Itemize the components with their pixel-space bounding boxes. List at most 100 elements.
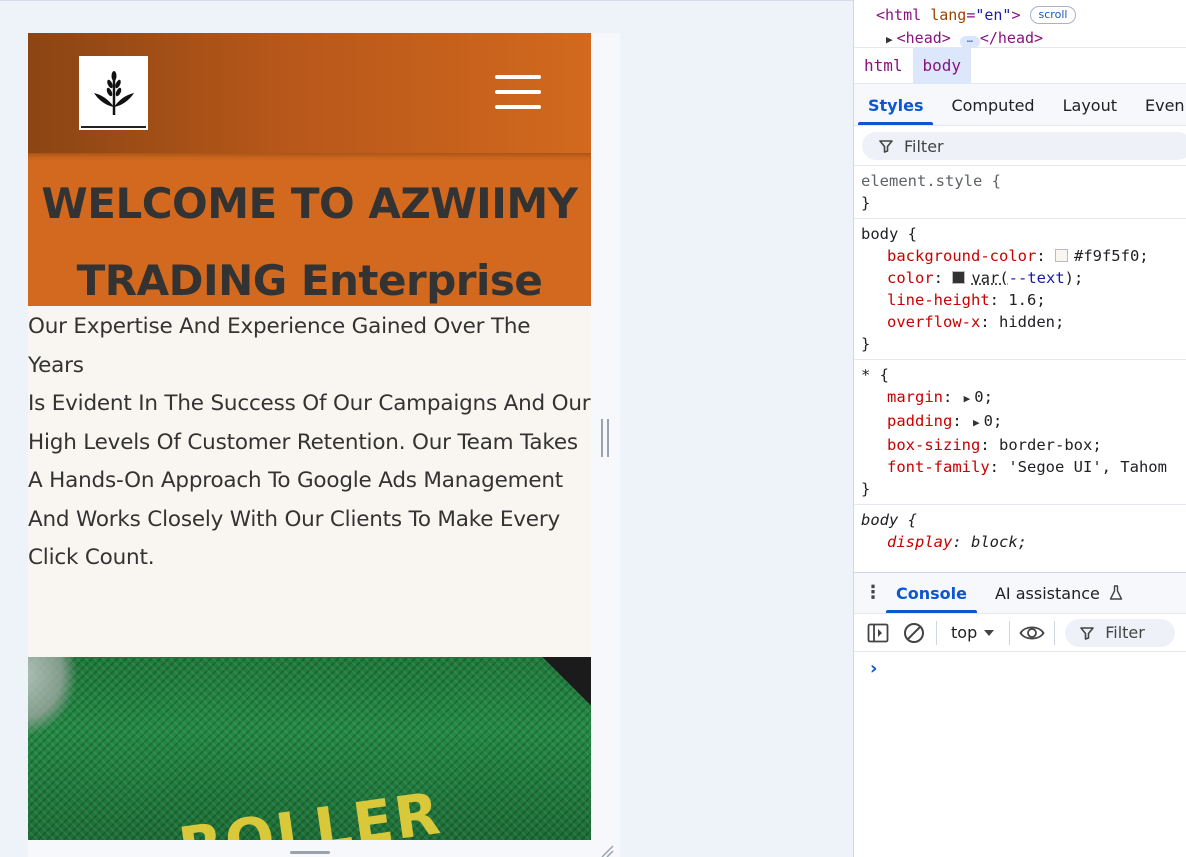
sidebar-tabs: Styles Computed Layout Even (854, 84, 1186, 126)
rule-selector: body { (861, 223, 1186, 245)
intro-line: Is Evident In The Success Of Our Campaig… (28, 385, 591, 424)
css-property: margin (887, 388, 943, 406)
css-declaration[interactable]: background-color: #f9f5f0; (861, 245, 1186, 267)
styles-filter-placeholder: Filter (904, 137, 944, 156)
css-declaration[interactable]: line-height: 1.6; (861, 289, 1186, 311)
photo-dark-corner (531, 657, 591, 717)
css-value-function: var( (971, 269, 1008, 287)
console-prompt-chevron-icon: › (870, 658, 877, 679)
tab-computed[interactable]: Computed (937, 96, 1048, 125)
css-value-end: ); (1065, 269, 1084, 287)
css-declaration[interactable]: padding: ▶ 0; (861, 410, 1186, 434)
page-viewport[interactable]: WELCOME TO AZWIIMY TRADING Enterprise Ou… (28, 33, 591, 840)
css-value: hidden; (999, 313, 1064, 331)
drawer-tab-bar: ⋮ Console AI assistance (854, 572, 1186, 614)
css-declaration[interactable]: font-family: 'Segoe UI', Tahom (861, 456, 1186, 478)
toolbar-divider (1009, 621, 1010, 645)
css-property: padding (887, 412, 952, 430)
site-header (28, 33, 591, 153)
css-declaration[interactable]: margin: ▶ 0; (861, 386, 1186, 410)
filter-icon (1079, 625, 1095, 641)
css-value: 0; (974, 388, 993, 406)
html-open-tag: <html (876, 6, 921, 24)
breadcrumb-html[interactable]: html (854, 48, 913, 84)
tab-ai-assistance-label: AI assistance (995, 584, 1100, 603)
css-value: border-box; (999, 436, 1102, 454)
rule-close-brace: } (861, 333, 1186, 355)
hero-title: WELCOME TO AZWIIMY TRADING Enterprise (28, 165, 591, 319)
scroll-badge[interactable]: scroll (1030, 6, 1077, 24)
viewport-bottom-gutter (28, 840, 620, 857)
console-filter-input[interactable]: Filter (1065, 619, 1175, 647)
tab-console[interactable]: Console (882, 574, 981, 613)
hamburger-bar (495, 75, 541, 79)
intro-line: Our Expertise And Experience Gained Over… (28, 308, 591, 385)
css-declaration[interactable]: display: block; (861, 531, 1186, 553)
hamburger-bar (495, 90, 541, 94)
sidebar-toggle-icon (867, 623, 889, 643)
html-tag-close-angle: > (1011, 6, 1020, 24)
more-options-kebab-icon[interactable]: ⋮ (854, 588, 882, 598)
logo-caption-strip (81, 126, 146, 128)
css-property: font-family (887, 458, 990, 476)
tab-styles[interactable]: Styles (854, 96, 937, 125)
hero-banner: WELCOME TO AZWIIMY TRADING Enterprise (28, 153, 591, 306)
expand-shorthand-icon[interactable]: ▶ (964, 392, 971, 405)
css-value: 'Segoe UI', Tahom (1008, 458, 1167, 476)
viewport-corner-resize-handle[interactable] (600, 844, 614, 857)
live-expression-button[interactable] (1014, 618, 1050, 648)
lang-attribute-name: lang (930, 6, 966, 24)
rule-selector: * { (861, 364, 1186, 386)
viewport-height-resize-handle[interactable] (290, 851, 330, 854)
css-variable-link[interactable]: --text (1009, 269, 1065, 287)
wheat-logo-icon (90, 67, 138, 119)
dom-node-html[interactable]: <html lang="en"> scroll (876, 4, 1186, 27)
expand-shorthand-icon[interactable]: ▶ (973, 416, 980, 429)
console-toolbar: top Filter (854, 614, 1186, 652)
collapsed-children-ellipsis-icon[interactable]: … (960, 36, 980, 48)
toggle-sidebar-button[interactable] (860, 618, 896, 648)
head-close-tag: </head> (980, 29, 1043, 47)
clear-circle-slash-icon (903, 622, 925, 644)
devtools-panel: <html lang="en"> scroll ▶ <head> … </head>… (853, 0, 1186, 857)
css-declaration[interactable]: color: var(--text); (861, 267, 1186, 289)
css-rule-user-agent-body[interactable]: body { display: block; (854, 505, 1186, 557)
styles-filter-row: Filter (854, 126, 1186, 166)
rule-selector: body { (861, 509, 1186, 531)
styles-filter-input[interactable]: Filter (862, 132, 1186, 160)
rule-close-brace: } (861, 478, 1186, 500)
color-swatch-icon[interactable] (1055, 249, 1068, 262)
eye-icon (1019, 624, 1045, 642)
css-value: block; (971, 533, 1027, 551)
css-rule-universal[interactable]: * { margin: ▶ 0; padding: ▶ 0; box-sizing:… (854, 360, 1186, 505)
tab-layout[interactable]: Layout (1049, 96, 1131, 125)
css-declaration[interactable]: overflow-x: hidden; (861, 311, 1186, 333)
tab-event-listeners[interactable]: Even (1131, 96, 1186, 125)
clear-console-button[interactable] (896, 618, 932, 648)
css-property: overflow-x (887, 313, 980, 331)
css-declaration[interactable]: box-sizing: border-box; (861, 434, 1186, 456)
photo-sack-print: ROLLER (175, 779, 446, 840)
styles-pane[interactable]: element.style { } body { background-colo… (854, 166, 1186, 572)
product-sack-photo: ROLLER (28, 657, 591, 840)
toolbar-divider (936, 621, 937, 645)
breadcrumb: html body (854, 48, 1186, 84)
css-property: line-height (887, 291, 990, 309)
color-swatch-icon[interactable] (952, 271, 965, 284)
intro-line: High Levels Of Customer Retention. Our T… (28, 424, 591, 463)
expand-triangle-icon[interactable]: ▶ (886, 33, 893, 46)
context-select-value: top (951, 623, 977, 642)
console-prompt[interactable]: › (854, 652, 1186, 679)
device-emulation-area: WELCOME TO AZWIIMY TRADING Enterprise Ou… (0, 0, 853, 857)
lang-attribute-value: "en" (975, 6, 1011, 24)
site-logo[interactable] (79, 56, 148, 130)
javascript-context-select[interactable]: top (941, 623, 1005, 642)
breadcrumb-body[interactable]: body (913, 48, 972, 84)
filter-icon (878, 138, 894, 154)
elements-dom-tree[interactable]: <html lang="en"> scroll ▶ <head> … </head> (854, 0, 1186, 48)
css-rule-element-style[interactable]: element.style { } (854, 166, 1186, 219)
tab-ai-assistance[interactable]: AI assistance (981, 574, 1137, 613)
viewport-width-resize-handle[interactable] (601, 419, 609, 457)
hamburger-menu-button[interactable] (495, 75, 541, 109)
css-rule-body[interactable]: body { background-color: #f9f5f0; color:… (854, 219, 1186, 360)
